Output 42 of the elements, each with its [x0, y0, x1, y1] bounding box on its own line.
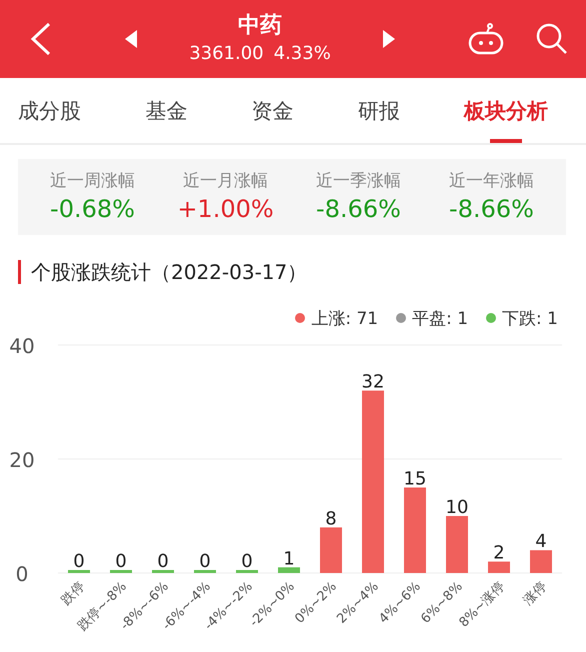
x-axis-label: 涨停 — [520, 579, 550, 608]
bar-value-label: 0 — [157, 551, 169, 572]
legend-label: 下跌: 1 — [502, 308, 558, 330]
legend-label: 上涨: 71 — [311, 308, 378, 330]
tab[interactable]: 基金 — [145, 78, 188, 143]
previous-icon[interactable] — [125, 30, 138, 48]
legend-label: 平盘: 1 — [412, 308, 468, 330]
stat-value: +1.00% — [177, 194, 274, 225]
bar-value-label: 1 — [283, 548, 295, 570]
stat-label: 近一月涨幅 — [183, 170, 268, 193]
index-price: 3361.00 — [189, 42, 264, 66]
tab[interactable]: 板块分析 — [464, 78, 548, 143]
robot-icon[interactable] — [468, 23, 504, 55]
bar-value-label: 4 — [535, 531, 547, 552]
bar-value-label: 0 — [241, 551, 253, 572]
stat-label: 近一季涨幅 — [316, 170, 401, 193]
sector-title: 中药 — [238, 12, 282, 40]
index-change: 4.33% — [274, 42, 331, 66]
stat-value: -8.66% — [316, 194, 401, 225]
tab[interactable]: 成分股 — [18, 78, 81, 143]
bar-value-label: 2 — [493, 542, 505, 564]
section-title: 个股涨跌统计（2022-03-17） — [31, 258, 308, 286]
y-tick-label: 20 — [9, 448, 35, 472]
stat-label: 近一周涨幅 — [50, 170, 135, 193]
bar-value-label: 0 — [199, 551, 211, 572]
stat-label: 近一年涨幅 — [449, 170, 534, 193]
bar-value-label: 15 — [404, 468, 426, 490]
x-axis-label: 跌停 — [58, 579, 88, 608]
stat-value: -0.68% — [50, 194, 135, 225]
back-icon[interactable] — [30, 22, 52, 56]
bar-value-label: 8 — [325, 508, 337, 530]
y-tick-label: 0 — [16, 562, 28, 586]
next-icon[interactable] — [382, 30, 395, 48]
y-tick-label: 40 — [9, 337, 35, 358]
search-icon[interactable] — [536, 23, 568, 55]
bar-value-label: 0 — [73, 551, 85, 572]
stat-value: -8.66% — [449, 194, 534, 225]
bar-value-label: 10 — [446, 497, 468, 518]
tab[interactable]: 资金 — [252, 78, 294, 143]
bar-value-label: 32 — [362, 372, 384, 393]
bar-value-label: 0 — [115, 551, 127, 572]
tab[interactable]: 研报 — [358, 78, 400, 143]
